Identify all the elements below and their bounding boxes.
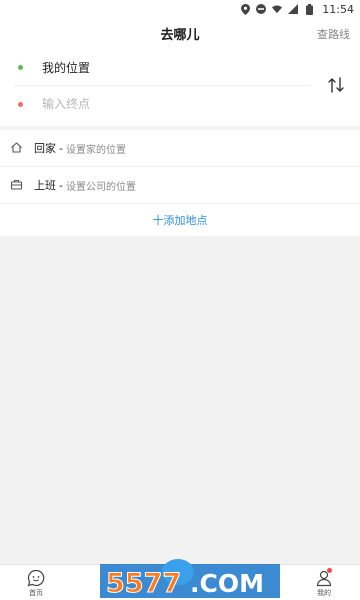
saved-places: 回家 - 设置家的位置 上班 - 设置公司的位置 十添加地点 <box>0 130 360 236</box>
chat-face-icon <box>27 569 45 587</box>
place-work-row[interactable]: 上班 - 设置公司的位置 <box>0 167 360 204</box>
notification-badge <box>327 568 332 573</box>
bottom-nav: 首页 我的 <box>0 564 360 600</box>
place-name: 回家 <box>34 142 56 155</box>
page-title: 去哪儿 <box>160 28 200 43</box>
end-location-row[interactable] <box>14 86 310 122</box>
place-hint: 设置公司的位置 <box>65 181 136 193</box>
status-bar: 11:54 <box>0 0 360 18</box>
nav-label: 首页 <box>29 589 43 597</box>
place-separator: - <box>59 141 63 155</box>
nav-home[interactable]: 首页 <box>0 565 72 600</box>
signal-icon <box>288 4 299 14</box>
nav-profile[interactable]: 我的 <box>288 565 360 600</box>
end-dot-icon <box>18 101 23 107</box>
start-location-row[interactable]: 我的位置 <box>14 50 310 86</box>
route-card: 我的位置 <box>0 48 360 126</box>
query-route-button[interactable]: 查路线 <box>317 26 350 42</box>
dnd-icon <box>256 4 267 14</box>
header: 去哪儿 查路线 <box>0 18 360 48</box>
place-home-row[interactable]: 回家 - 设置家的位置 <box>0 130 360 167</box>
battery-icon <box>304 3 314 15</box>
place-hint: 设置家的位置 <box>65 144 126 156</box>
start-dot-icon <box>18 65 23 70</box>
place-separator: - <box>59 178 63 192</box>
status-time: 11:54 <box>322 2 354 16</box>
briefcase-icon <box>10 178 24 192</box>
destination-input[interactable] <box>42 97 282 111</box>
nav-icon-2 <box>99 569 117 587</box>
start-location-label: 我的位置 <box>42 61 91 75</box>
add-place-button[interactable]: 十添加地点 <box>0 204 360 236</box>
swap-route-button[interactable] <box>324 74 348 96</box>
home-icon <box>10 141 24 155</box>
place-name: 上班 <box>34 179 56 192</box>
nav-item-4[interactable] <box>216 565 288 600</box>
wifi-icon <box>272 4 283 14</box>
nav-label: 我的 <box>317 589 331 597</box>
nav-item-2[interactable] <box>72 565 144 600</box>
swap-icon <box>328 77 344 93</box>
nav-item-3[interactable] <box>144 565 216 600</box>
nav-icon-4 <box>243 569 261 587</box>
nav-icon-3 <box>171 569 189 587</box>
location-icon <box>240 3 250 15</box>
